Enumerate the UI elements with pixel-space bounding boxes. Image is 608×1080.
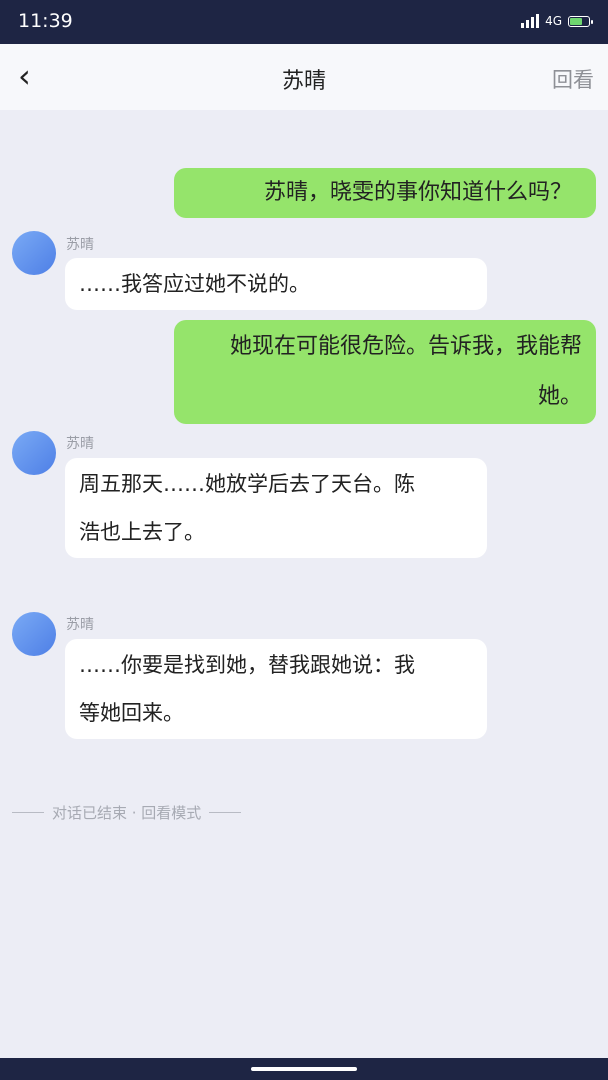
divider (209, 812, 242, 813)
message-text: ……我答应过她不说的。 (79, 272, 310, 296)
network-type: 4G (545, 14, 562, 28)
message-text-line: 周五那天……她放学后去了天台。陈 (79, 472, 415, 496)
status-indicators: 4G (521, 14, 593, 28)
message-text-line: 等她回来。 (79, 701, 184, 725)
sender-name: 苏晴 (66, 436, 94, 452)
other-message-bubble: ……我答应过她不说的。 (65, 258, 487, 310)
signal-icon (521, 14, 540, 28)
divider (12, 812, 44, 813)
navigation-bar (0, 1058, 608, 1080)
message-text: 苏晴，晓雯的事你知道什么吗？ (263, 180, 572, 205)
status-time: 11:39 (18, 10, 73, 32)
conversation-ended-note: 对话已结束 · 回看模式 (12, 802, 242, 823)
chat-header: ‹ 苏晴 回看 (0, 44, 608, 110)
message-text-line: ……你要是找到她，替我跟她说：我 (79, 653, 415, 677)
sender-name: 苏晴 (66, 237, 94, 253)
message-text-line: 浩也上去了。 (79, 520, 205, 544)
sender-name: 苏晴 (66, 617, 94, 633)
my-message-bubble: 苏晴，晓雯的事你知道什么吗？ (174, 168, 596, 218)
message-text-line: 她现在可能很危险。告诉我，我能帮 (229, 334, 582, 359)
other-message-bubble: 周五那天……她放学后去了天台。陈 浩也上去了。 (65, 458, 487, 558)
avatar[interactable] (12, 612, 56, 656)
avatar[interactable] (12, 431, 56, 475)
system-note-text: 对话已结束 · 回看模式 (52, 804, 202, 822)
avatar[interactable] (12, 231, 56, 275)
review-button[interactable]: 回看 (552, 64, 594, 94)
other-message-bubble: ……你要是找到她，替我跟她说：我 等她回来。 (65, 639, 487, 739)
my-message-bubble: 她现在可能很危险。告诉我，我能帮 她。 (174, 320, 596, 424)
status-bar: 11:39 4G (0, 0, 608, 44)
page-title: 苏晴 (281, 69, 326, 94)
message-text-line: 她。 (537, 384, 582, 409)
home-indicator[interactable] (251, 1067, 357, 1071)
battery-icon (568, 15, 593, 27)
